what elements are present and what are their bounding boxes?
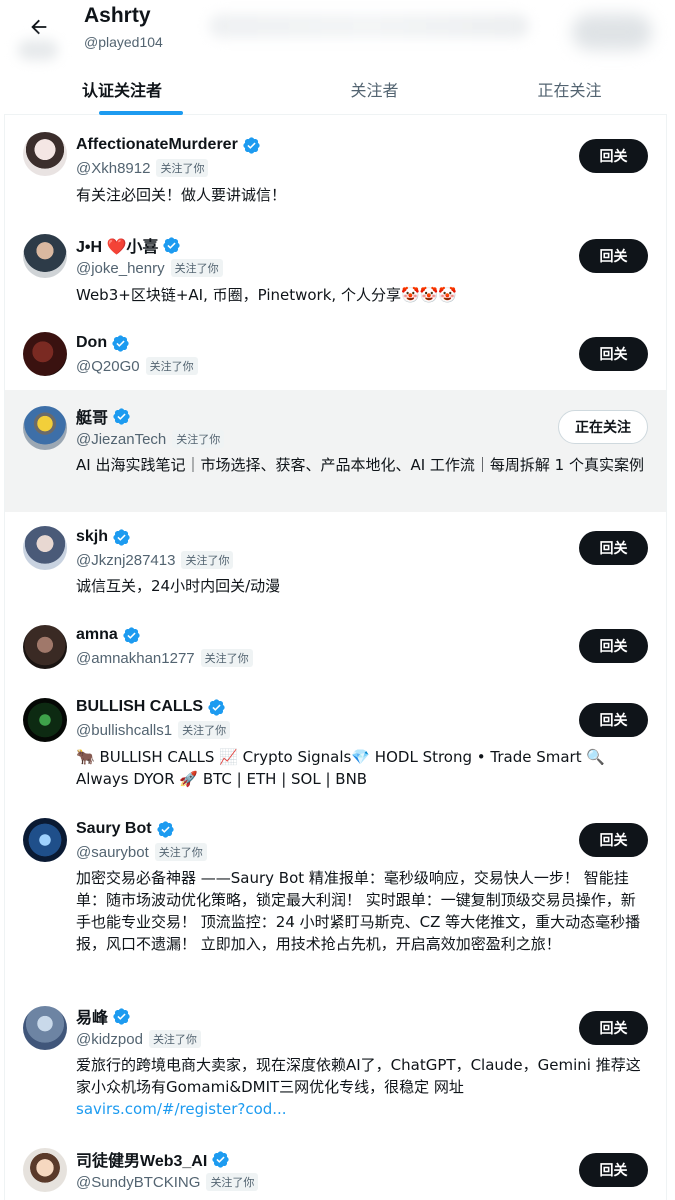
verified-badge-icon <box>113 1007 130 1025</box>
verified-badge-icon <box>156 820 174 838</box>
user-bio: 🐂 BULLISH CALLS 📈 Crypto Signals💎 HODL S… <box>76 748 606 788</box>
avatar[interactable] <box>23 332 67 376</box>
follows-you-badge: 关注了你 <box>148 1030 201 1048</box>
user-cell[interactable]: 司徒健男Web3_AI @SundyBTCKING 关注了你 回关 <box>5 1130 666 1200</box>
profile-name: Ashrty <box>84 4 151 27</box>
blurred-region <box>18 40 58 60</box>
avatar[interactable] <box>23 234 67 278</box>
user-handle[interactable]: @bullishcalls1 <box>76 722 172 739</box>
follows-you-badge: 关注了你 <box>178 721 231 739</box>
user-name[interactable]: amna <box>76 626 118 644</box>
follow-back-button[interactable]: 回关 <box>579 629 648 663</box>
tab-verified-followers[interactable]: 认证关注者 <box>4 62 277 115</box>
avatar[interactable] <box>23 1006 67 1050</box>
follow-back-button[interactable]: 回关 <box>579 337 648 371</box>
active-tab-indicator <box>98 111 183 115</box>
verified-badge-icon <box>113 528 130 546</box>
user-handle[interactable]: @kidzpod <box>76 1031 143 1048</box>
tab-bar: 认证关注者 关注者 正在关注 <box>4 62 667 115</box>
follows-you-badge: 关注了你 <box>154 843 207 861</box>
user-cell[interactable]: skjh @Jkznj287413 关注了你 诚信互关，24小时内回关/动漫 回… <box>5 512 666 610</box>
user-bio: Web3+区块链+AI, 币圈，Pinetwork, 个人分享🤡🤡🤡 <box>76 286 457 304</box>
user-handle[interactable]: @Jkznj287413 <box>76 552 175 569</box>
user-bio: 诚信互关，24小时内回关/动漫 <box>76 577 281 595</box>
verified-badge-icon <box>212 1150 229 1168</box>
user-cell[interactable]: J•H ❤️小喜 @joke_henry 关注了你 Web3+区块链+AI, 币… <box>5 212 666 310</box>
follows-you-badge: 关注了你 <box>181 551 234 569</box>
blurred-region <box>572 14 652 50</box>
avatar[interactable] <box>23 132 67 176</box>
follows-you-badge: 关注了你 <box>156 159 209 177</box>
profile-handle: @played104 <box>84 34 163 50</box>
avatar[interactable] <box>23 526 67 570</box>
user-handle[interactable]: @saurybot <box>76 844 149 861</box>
follows-you-badge: 关注了你 <box>200 649 253 667</box>
verified-badge-icon <box>123 626 140 644</box>
user-handle[interactable]: @joke_henry <box>76 260 165 277</box>
follows-you-badge: 关注了你 <box>172 430 225 448</box>
user-bio: 加密交易必备神器 ——Saury Bot 精准报单：毫秒级响应，交易快人一步！ … <box>76 869 641 953</box>
bio-link[interactable]: savirs.com/#/register?cod... <box>76 1100 287 1118</box>
user-cell[interactable]: Saury Bot @saurybot 关注了你 加密交易必备神器 ——Saur… <box>5 804 666 996</box>
follow-back-button[interactable]: 回关 <box>579 823 648 857</box>
user-name[interactable]: Saury Bot <box>76 820 152 838</box>
user-cell[interactable]: amna @amnakhan1277 关注了你 回关 <box>5 610 666 684</box>
avatar[interactable] <box>23 1148 67 1192</box>
user-name[interactable]: 艇哥 <box>76 404 108 428</box>
tab-following[interactable]: 正在关注 <box>472 62 667 115</box>
tab-label: 正在关注 <box>537 80 602 100</box>
verified-badge-icon <box>243 136 260 154</box>
user-name[interactable]: 司徒健男Web3_AI <box>76 1147 207 1171</box>
avatar[interactable] <box>23 818 67 862</box>
user-name[interactable]: BULLISH CALLS <box>76 698 203 716</box>
user-cell[interactable]: BULLISH CALLS @bullishcalls1 关注了你 🐂 BULL… <box>5 684 666 804</box>
back-button[interactable] <box>22 10 56 44</box>
user-cell[interactable]: AffectionateMurderer @Xkh8912 关注了你 有关注必回… <box>5 116 666 212</box>
follows-you-badge: 关注了你 <box>206 1173 259 1191</box>
avatar[interactable] <box>23 698 67 742</box>
verified-badge-icon <box>208 698 225 716</box>
verified-badge-icon <box>112 334 129 352</box>
user-cell[interactable]: Don @Q20G0 关注了你 回关 <box>5 310 666 390</box>
follow-back-button[interactable]: 回关 <box>579 1011 648 1045</box>
avatar[interactable] <box>23 406 67 450</box>
user-bio-text: 爱旅行的跨境电商大卖家，现在深度依赖AI了，ChatGPT，Claude，Gem… <box>76 1056 641 1096</box>
tab-label: 关注者 <box>350 80 399 100</box>
user-cell[interactable]: 易峰 @kidzpod 关注了你 爱旅行的跨境电商大卖家，现在深度依赖AI了，C… <box>5 996 666 1130</box>
avatar[interactable] <box>23 625 67 669</box>
user-name[interactable]: Don <box>76 334 107 352</box>
blurred-region <box>209 14 529 38</box>
user-handle[interactable]: @Xkh8912 <box>76 160 150 177</box>
user-handle[interactable]: @amnakhan1277 <box>76 650 195 667</box>
following-button[interactable]: 正在关注 <box>558 410 648 444</box>
tab-followers[interactable]: 关注者 <box>277 62 472 115</box>
user-name[interactable]: 易峰 <box>76 1004 108 1028</box>
user-cell[interactable]: 艇哥 @JiezanTech 关注了你 AI 出海实践笔记｜市场选择、获客、产品… <box>5 390 666 512</box>
user-name[interactable]: J•H ❤️小喜 <box>76 233 158 257</box>
user-bio: AI 出海实践笔记｜市场选择、获客、产品本地化、AI 工作流｜每周拆解 1 个真… <box>76 456 644 474</box>
user-bio: 有关注必回关！做人要讲诚信！ <box>76 186 287 204</box>
follow-back-button[interactable]: 回关 <box>579 139 648 173</box>
arrow-left-icon <box>31 19 47 35</box>
follow-back-button[interactable]: 回关 <box>579 239 648 273</box>
tab-label: 认证关注者 <box>82 80 163 100</box>
user-bio: 爱旅行的跨境电商大卖家，现在深度依赖AI了，ChatGPT，Claude，Gem… <box>76 1054 648 1120</box>
follow-back-button[interactable]: 回关 <box>579 703 648 737</box>
follows-you-badge: 关注了你 <box>145 357 198 375</box>
user-name[interactable]: AffectionateMurderer <box>76 136 238 154</box>
follows-you-badge: 关注了你 <box>170 259 223 277</box>
verified-badge-icon <box>113 407 130 425</box>
user-handle[interactable]: @Q20G0 <box>76 358 140 375</box>
user-name[interactable]: skjh <box>76 528 108 546</box>
verified-badge-icon <box>163 236 181 254</box>
follow-back-button[interactable]: 回关 <box>579 1153 648 1187</box>
user-handle[interactable]: @JiezanTech <box>76 431 166 448</box>
follow-back-button[interactable]: 回关 <box>579 531 648 565</box>
user-handle[interactable]: @SundyBTCKING <box>76 1174 200 1191</box>
